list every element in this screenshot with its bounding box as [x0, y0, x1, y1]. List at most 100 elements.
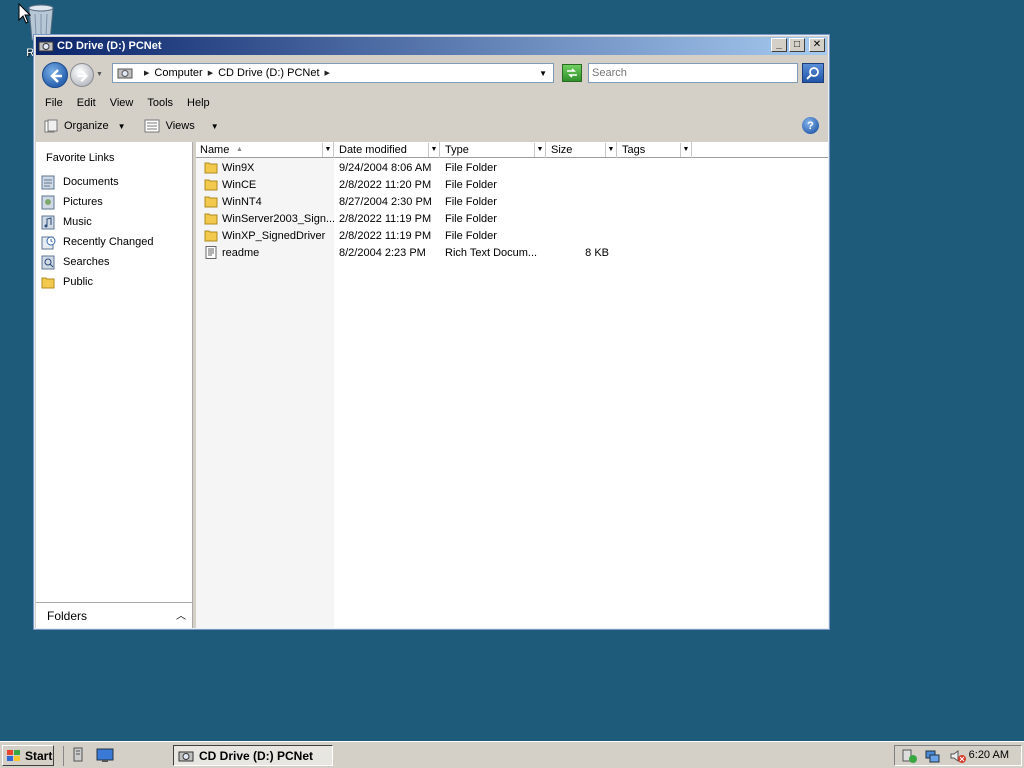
views-button[interactable]: Views ▼: [144, 119, 219, 133]
clock: 6:20 AM: [968, 749, 1009, 761]
column-header-size[interactable]: Size ▼: [547, 142, 617, 158]
taskbar-window-button[interactable]: CD Drive (D:) PCNet: [173, 745, 333, 766]
sort-ascending-icon: ▲: [236, 146, 243, 153]
menu-view[interactable]: View: [103, 97, 141, 109]
file-name: WinNT4: [222, 196, 262, 208]
chevron-up-icon: ︿: [176, 611, 186, 622]
column-header-date[interactable]: Date modified ▼: [335, 142, 440, 158]
folder-icon: [204, 213, 218, 225]
column-filter-dropdown-icon[interactable]: ▼: [680, 143, 691, 157]
nav-link-label: Pictures: [63, 196, 103, 208]
address-bar[interactable]: ▶ Computer ▶ CD Drive (D:) PCNet ▶ ▼: [112, 63, 554, 83]
recent-pages-dropdown-icon[interactable]: ▼: [96, 71, 103, 78]
file-name: WinXP_SignedDriver: [222, 230, 326, 242]
organize-button[interactable]: Organize ▼: [44, 119, 126, 133]
show-desktop-icon[interactable]: [96, 747, 114, 766]
table-row[interactable]: WinServer2003_Sign... 2/8/2022 11:19 PM …: [196, 211, 828, 228]
breadcrumb-arrow-icon[interactable]: ▶: [325, 69, 330, 77]
help-icon[interactable]: ?: [802, 117, 819, 134]
file-date: 8/2/2004 2:23 PM: [339, 247, 426, 259]
file-date: 9/24/2004 8:06 AM: [339, 162, 432, 174]
volume-muted-icon[interactable]: [949, 748, 967, 764]
table-row[interactable]: WinCE 2/8/2022 11:20 PM File Folder: [196, 177, 828, 194]
maximize-button[interactable]: □: [789, 38, 805, 52]
file-type: File Folder: [445, 162, 497, 174]
music-icon: [40, 214, 56, 230]
forward-button[interactable]: [70, 63, 94, 87]
taskbar-window-label: CD Drive (D:) PCNet: [199, 748, 314, 763]
cd-drive-icon: [117, 68, 133, 79]
favorite-links-header: Favorite Links: [46, 152, 115, 164]
file-type: Rich Text Docum...: [445, 247, 538, 259]
column-header-name[interactable]: Name ▲ ▼: [196, 142, 334, 158]
minimize-icon: _: [776, 39, 782, 50]
column-header-tags[interactable]: Tags ▼: [618, 142, 692, 158]
breadcrumb-computer[interactable]: Computer: [154, 67, 202, 79]
system-tray: 6:20 AM: [894, 745, 1022, 766]
table-row[interactable]: readme 8/2/2004 2:23 PM Rich Text Docum.…: [196, 245, 828, 262]
close-button[interactable]: ✕: [809, 38, 825, 52]
breadcrumb-arrow-icon[interactable]: ▶: [208, 69, 213, 77]
nav-link-music[interactable]: Music: [40, 212, 154, 232]
column-filter-dropdown-icon[interactable]: ▼: [322, 143, 333, 157]
nav-link-public[interactable]: Public: [40, 272, 154, 292]
start-label: Start: [25, 748, 53, 763]
nav-link-label: Music: [63, 216, 92, 228]
column-filter-dropdown-icon[interactable]: ▼: [428, 143, 439, 157]
column-header-type[interactable]: Type ▼: [441, 142, 546, 158]
column-name-label: Name: [200, 144, 230, 156]
menu-bar: File Edit View Tools Help: [38, 93, 825, 113]
chevron-down-icon: ▼: [210, 121, 219, 131]
nav-link-label: Searches: [63, 256, 110, 268]
title-bar[interactable]: CD Drive (D:) PCNet _ □ ✕: [36, 37, 827, 55]
file-type: File Folder: [445, 230, 497, 242]
nav-link-pictures[interactable]: Pictures: [40, 192, 154, 212]
views-label: Views: [165, 120, 195, 132]
column-filter-dropdown-icon[interactable]: ▼: [534, 143, 545, 157]
command-bar: Organize ▼ Views ▼ ?: [36, 114, 827, 138]
nav-link-documents[interactable]: Documents: [40, 172, 154, 192]
back-button[interactable]: [42, 62, 68, 88]
refresh-button[interactable]: [562, 64, 582, 82]
window-title: CD Drive (D:) PCNet: [57, 40, 162, 52]
address-dropdown-icon[interactable]: ▼: [539, 69, 547, 78]
windows-logo-icon: [6, 749, 22, 763]
file-date: 2/8/2022 11:19 PM: [339, 230, 432, 242]
file-type: File Folder: [445, 196, 497, 208]
nav-link-searches[interactable]: Searches: [40, 252, 154, 272]
breadcrumb-arrow-icon[interactable]: ▶: [144, 69, 149, 77]
file-name: readme: [222, 247, 260, 259]
table-row[interactable]: WinXP_SignedDriver 2/8/2022 11:19 PM Fil…: [196, 228, 828, 245]
table-row[interactable]: WinNT4 8/27/2004 2:30 PM File Folder: [196, 194, 828, 211]
chevron-down-icon: ▼: [117, 121, 126, 131]
start-button[interactable]: Start: [2, 745, 54, 766]
minimize-button[interactable]: _: [771, 38, 787, 52]
file-rows: Win9X 9/24/2004 8:06 AM File Folder WinC…: [196, 160, 828, 262]
column-filter-dropdown-icon[interactable]: ▼: [605, 143, 616, 157]
searches-icon: [40, 254, 56, 270]
cd-drive-icon: [178, 749, 194, 763]
column-date-label: Date modified: [339, 144, 407, 156]
column-size-label: Size: [551, 144, 573, 156]
column-type-label: Type: [445, 144, 469, 156]
file-date: 8/27/2004 2:30 PM: [339, 196, 432, 208]
breadcrumb-cd-drive[interactable]: CD Drive (D:) PCNet: [218, 67, 319, 79]
folders-toggle[interactable]: Folders ︿: [36, 602, 192, 628]
nav-link-recently-changed[interactable]: Recently Changed: [40, 232, 154, 252]
views-icon: [144, 119, 160, 133]
menu-tools[interactable]: Tools: [140, 97, 180, 109]
table-row[interactable]: Win9X 9/24/2004 8:06 AM File Folder: [196, 160, 828, 177]
menu-file[interactable]: File: [38, 97, 70, 109]
explorer-window: CD Drive (D:) PCNet _ □ ✕ ▼ ▶ Computer ▶…: [33, 34, 830, 630]
file-name: WinServer2003_Sign...: [222, 213, 334, 225]
network-disconnected-icon[interactable]: [925, 748, 943, 764]
file-size: 8 KB: [585, 247, 609, 259]
taskbar: Start CD Drive (D:) PCNet 6:20 AM: [0, 741, 1024, 768]
nav-link-label: Recently Changed: [63, 236, 154, 248]
search-input[interactable]: [588, 63, 798, 83]
search-button[interactable]: [802, 63, 824, 83]
menu-edit[interactable]: Edit: [70, 97, 103, 109]
server-manager-icon[interactable]: [70, 747, 88, 766]
menu-help[interactable]: Help: [180, 97, 217, 109]
security-shield-icon[interactable]: [901, 748, 919, 764]
